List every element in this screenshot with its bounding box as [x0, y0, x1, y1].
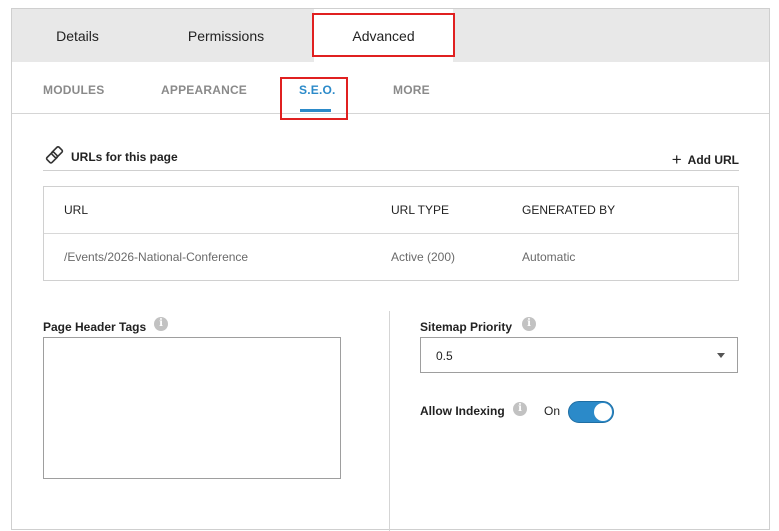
column-header-url-type: URL TYPE — [391, 203, 450, 217]
tab-permissions[interactable]: Permissions — [143, 9, 309, 62]
generated-by-cell: Automatic — [522, 250, 576, 264]
url-table: URL URL TYPE GENERATED BY /Events/2026-N… — [43, 186, 739, 281]
page-header-tags-textarea[interactable] — [43, 337, 341, 479]
main-tab-bar: Details Permissions Advanced — [12, 9, 769, 62]
link-icon — [45, 146, 64, 164]
add-url-label: Add URL — [687, 153, 739, 167]
page-header-tags-label: Page Header Tags — [43, 320, 147, 334]
plus-icon: + — [671, 150, 682, 169]
url-cell: /Events/2026-National-Conference — [64, 250, 249, 264]
column-header-url: URL — [64, 203, 89, 217]
table-header-row: URL URL TYPE GENERATED BY — [44, 187, 738, 234]
table-row[interactable]: /Events/2026-National-Conference Active … — [44, 234, 738, 280]
sitemap-priority-select[interactable]: 0.5 — [420, 337, 738, 373]
subtab-appearance[interactable]: APPEARANCE — [161, 62, 247, 113]
page-settings-panel: Details Permissions Advanced MODULES APP… — [11, 8, 770, 531]
tab-details[interactable]: Details — [12, 9, 143, 62]
info-icon[interactable]: i — [513, 402, 527, 416]
urls-section-header: URLs for this page + Add URL — [43, 146, 739, 171]
subtab-more[interactable]: MORE — [393, 62, 430, 113]
allow-indexing-toggle[interactable] — [568, 401, 614, 423]
urls-section-title: URLs for this page — [71, 150, 178, 164]
info-icon[interactable]: i — [154, 317, 168, 331]
allow-indexing-label: Allow Indexing — [420, 404, 505, 418]
subtab-modules[interactable]: MODULES — [43, 62, 104, 113]
sub-tab-bar: MODULES APPEARANCE S.E.O. MORE — [12, 62, 769, 114]
sitemap-priority-label: Sitemap Priority — [420, 320, 513, 334]
sitemap-priority-value: 0.5 — [436, 349, 453, 363]
info-icon[interactable]: i — [522, 317, 536, 331]
subtab-seo[interactable]: S.E.O. — [299, 62, 336, 113]
column-header-generated-by: GENERATED BY — [522, 203, 616, 217]
allow-indexing-state-label: On — [544, 404, 561, 418]
active-subtab-indicator — [300, 109, 331, 112]
chevron-down-icon — [717, 353, 725, 358]
tab-advanced[interactable]: Advanced — [314, 9, 453, 62]
add-url-button[interactable]: + Add URL — [672, 149, 739, 169]
url-type-cell: Active (200) — [391, 250, 456, 264]
toggle-knob — [594, 403, 612, 421]
column-divider — [389, 311, 390, 531]
